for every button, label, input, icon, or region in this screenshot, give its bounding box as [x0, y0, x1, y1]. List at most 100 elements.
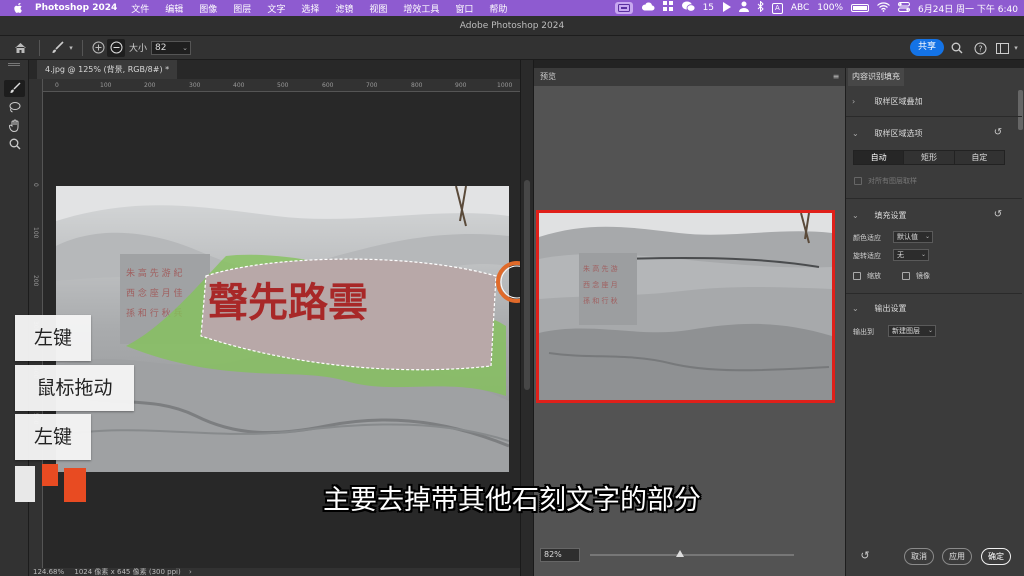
divider	[846, 293, 1022, 294]
sample-all-layers-checkbox[interactable]	[854, 177, 862, 185]
grid-app-icon[interactable]	[662, 1, 674, 15]
zoom-slider-thumb[interactable]	[675, 550, 684, 557]
panel-scrollbar[interactable]	[1018, 90, 1023, 130]
chevron-right-icon[interactable]: ›	[852, 97, 864, 106]
menu-window[interactable]: 窗口	[455, 2, 473, 15]
menu-filter[interactable]: 滤镜	[335, 2, 353, 15]
battery-percent: 100%	[817, 3, 844, 13]
tool-lasso[interactable]	[4, 99, 25, 116]
menu-file[interactable]: 文件	[131, 2, 149, 15]
user-icon[interactable]	[739, 1, 750, 15]
menu-type[interactable]: 文字	[267, 2, 285, 15]
search-icon[interactable]	[949, 39, 965, 57]
tool-hand[interactable]	[4, 117, 25, 134]
status-zoom[interactable]: 124.68%	[33, 568, 64, 576]
reset-icon[interactable]: ↺	[991, 209, 1005, 221]
bluetooth-icon[interactable]	[757, 0, 764, 15]
tool-zoom[interactable]	[4, 135, 25, 152]
output-to-select[interactable]: 新建图层 ⌄	[888, 325, 936, 337]
document-tab[interactable]: 4.jpg @ 125% (背景, RGB/8#) *	[37, 60, 178, 79]
overlay-label-left-click: 左键	[15, 414, 91, 460]
menu-select[interactable]: 选择	[301, 2, 319, 15]
ok-button[interactable]: 确定	[981, 548, 1011, 565]
document-image[interactable]: 朱 高 先 游 紀 西 念 座 月 佳 孫 和 行 秋 兵 聲先路雲	[56, 186, 509, 472]
sample-mode-rectangle[interactable]: 矩形	[904, 151, 955, 164]
input-method-label[interactable]: ABC	[791, 3, 809, 13]
reset-all-icon[interactable]: ↺	[858, 549, 872, 563]
play-icon[interactable]	[722, 1, 732, 15]
panel-menu-icon[interactable]: ≡	[831, 68, 841, 86]
chevron-down-icon[interactable]: ⌄	[852, 211, 864, 220]
section-fill-settings[interactable]: ⌄ 填充设置	[852, 210, 907, 221]
scale-checkbox[interactable]	[853, 272, 861, 280]
ruler-tick-label: 400	[233, 82, 245, 89]
battery-icon[interactable]	[851, 4, 870, 12]
preview-zoom-field[interactable]: 82%	[540, 548, 580, 562]
ruler-tick-label: 100	[32, 227, 39, 239]
stone-inscription-photo: 朱 高 先 游 紀 西 念 座 月 佳 孫 和 行 秋 兵 聲先路雲	[56, 186, 509, 472]
control-center-icon[interactable]	[898, 1, 911, 15]
screen-record-icon[interactable]	[614, 2, 633, 14]
menubar-clock[interactable]: 6月24日 周一 下午 6:40	[918, 2, 1018, 15]
wechat-icon[interactable]	[681, 1, 695, 15]
tool-brush[interactable]	[4, 80, 25, 97]
status-expand-icon[interactable]: ›	[189, 568, 192, 576]
sample-mode-auto[interactable]: 自动	[854, 151, 905, 164]
cloud-icon[interactable]	[641, 2, 655, 14]
chevron-down-icon[interactable]: ▾	[66, 39, 76, 57]
document-tab-strip: 4.jpg @ 125% (背景, RGB/8#) *	[29, 60, 520, 79]
svg-text:孫 和 行 秋: 孫 和 行 秋	[583, 296, 618, 305]
chevron-down-icon[interactable]: ⌄	[182, 44, 188, 52]
window-title: Adobe Photoshop 2024	[0, 16, 1024, 36]
home-icon[interactable]	[11, 39, 29, 57]
options-separator	[39, 39, 40, 56]
wifi-icon[interactable]	[877, 1, 890, 15]
section-title: 填充设置	[874, 211, 907, 220]
section-title: 取样区域选项	[874, 129, 923, 138]
apple-icon[interactable]	[11, 2, 25, 14]
rotation-adapt-value: 无	[897, 251, 904, 259]
brush-add-icon[interactable]	[89, 39, 107, 57]
menu-view[interactable]: 视图	[369, 2, 387, 15]
chevron-down-icon[interactable]: ⌄	[852, 129, 864, 138]
content-aware-fill-panel: 内容识别填充 › 取样区域叠加 ⌄ 取样区域选项 ↺ 自动 矩形 自定 对所有图…	[845, 68, 1024, 576]
rotation-adapt-select[interactable]: 无 ⌄	[893, 249, 929, 261]
toolbar-grip[interactable]	[8, 63, 20, 66]
menu-help[interactable]: 帮助	[489, 2, 507, 15]
ruler-tick-label: 500	[277, 82, 289, 89]
output-to-value: 新建图层	[892, 327, 920, 335]
menu-edit[interactable]: 编辑	[165, 2, 183, 15]
divider	[846, 116, 1022, 117]
chevron-down-icon[interactable]: ▾	[1008, 39, 1024, 57]
ruler-horizontal[interactable]: 0 100 200 300 400 500 600 700 800 900 10…	[43, 79, 520, 92]
menu-plugins[interactable]: 增效工具	[403, 2, 439, 15]
chevron-down-icon: ⌄	[924, 233, 930, 240]
color-adapt-value: 默认值	[897, 233, 918, 241]
input-source-chip[interactable]: A	[772, 2, 783, 14]
menu-layer[interactable]: 图层	[233, 2, 251, 15]
brush-tool-icon[interactable]	[48, 39, 66, 57]
cancel-button[interactable]: 取消	[904, 548, 934, 565]
brush-subtract-icon[interactable]	[107, 38, 125, 57]
section-sample-options[interactable]: ⌄ 取样区域选项	[852, 128, 923, 139]
brush-size-value: 82	[155, 42, 167, 53]
mirror-checkbox[interactable]	[902, 272, 910, 280]
help-icon[interactable]: ?	[972, 39, 988, 57]
preview-zoom-value: 82%	[544, 550, 562, 559]
section-sample-overlay[interactable]: › 取样区域叠加	[852, 96, 923, 107]
svg-text:西 念 座 月 佳: 西 念 座 月 佳	[126, 287, 182, 299]
chevron-down-icon[interactable]: ⌄	[852, 304, 864, 313]
menu-image[interactable]: 图像	[199, 2, 217, 15]
share-button[interactable]: 共享	[910, 39, 944, 56]
brush-size-field[interactable]: 82 ⌄	[151, 40, 192, 55]
reset-icon[interactable]: ↺	[991, 127, 1005, 139]
menu-app-name[interactable]: Photoshop 2024	[35, 3, 117, 13]
apply-button[interactable]: 应用	[942, 548, 972, 565]
divider-scrollbar[interactable]	[524, 180, 530, 390]
color-adapt-select[interactable]: 默认值 ⌄	[893, 231, 933, 243]
section-output-settings[interactable]: ⌄ 输出设置	[852, 303, 907, 314]
panel-tab-content-aware-fill[interactable]: 内容识别填充	[848, 68, 904, 86]
preview-zoom-slider[interactable]	[590, 550, 794, 557]
sample-mode-custom[interactable]: 自定	[954, 151, 1004, 164]
preview-image[interactable]: 朱 高 先 游 西 念 座 月 孫 和 行 秋	[536, 210, 835, 403]
